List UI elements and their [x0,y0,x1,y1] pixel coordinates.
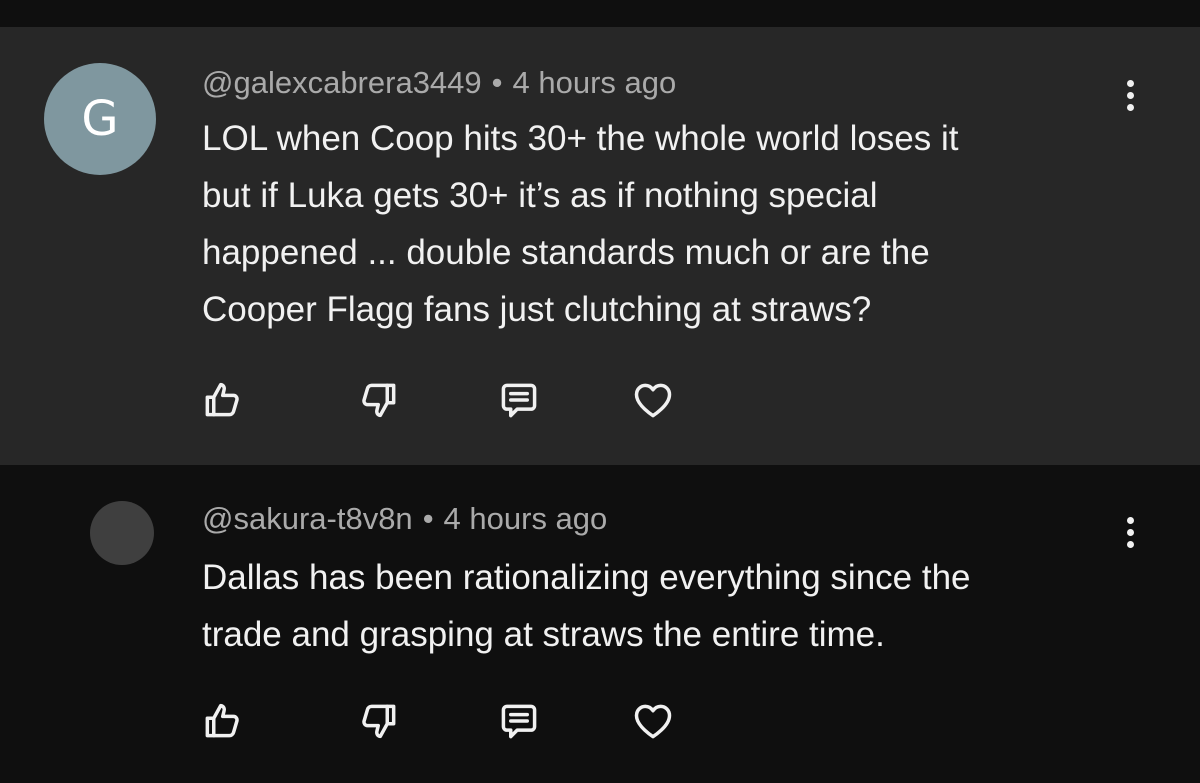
dislike-button[interactable] [353,374,405,426]
comment-text: Dallas has been rationalizing everything… [202,549,1122,663]
comment-text-line: LOL when Coop hits 30+ the whole world l… [202,119,959,158]
thumbs-down-icon [362,704,396,739]
heart-icon [634,704,672,739]
comment-text-line: but if Luka gets 30+ it’s as if nothing … [202,176,878,215]
comment-text: LOL when Coop hits 30+ the whole world l… [202,110,1122,338]
comment-timestamp[interactable]: 4 hours ago [444,501,608,536]
dislike-button[interactable] [353,695,405,747]
more-options-icon[interactable] [1112,508,1148,556]
reply-icon [501,704,537,739]
avatar[interactable] [90,501,154,565]
comment-meta: @sakura-t8v8n • 4 hours ago [202,501,607,537]
heart-icon [634,383,672,418]
reply-button[interactable] [493,695,545,747]
comment-text-line: happened ... double standards much or ar… [202,233,930,272]
comment-username[interactable]: @sakura-t8v8n [202,501,413,536]
comment-thread: @sakura-t8v8n • 4 hours ago Dallas has bee… [0,465,1200,783]
avatar[interactable]: G [44,63,156,175]
heart-button[interactable] [627,374,679,426]
thumbs-up-icon [205,382,239,417]
comment-text-line: trade and grasping at straws the entire … [202,615,885,654]
comment-thread: G @galexcabrera3449 • 4 hours ago LOL when… [0,27,1200,465]
thumbs-down-icon [362,383,396,418]
comment-text-line: Cooper Flagg fans just clutching at stra… [202,290,872,329]
reply-icon [501,383,537,418]
meta-separator: • [422,501,434,536]
heart-button[interactable] [627,695,679,747]
more-options-icon[interactable] [1112,71,1148,119]
like-button[interactable] [196,374,248,426]
avatar-letter: G [81,91,119,147]
comment-timestamp[interactable]: 4 hours ago [513,65,677,100]
meta-separator: • [491,65,503,100]
reply-button[interactable] [493,374,545,426]
like-button[interactable] [196,695,248,747]
comment-meta: @galexcabrera3449 • 4 hours ago [202,65,676,101]
thumbs-up-icon [205,703,239,738]
comment-username[interactable]: @galexcabrera3449 [202,65,482,100]
comments-section: G @galexcabrera3449 • 4 hours ago LOL when… [0,0,1200,783]
comment-text-line: Dallas has been rationalizing everything… [202,558,971,597]
